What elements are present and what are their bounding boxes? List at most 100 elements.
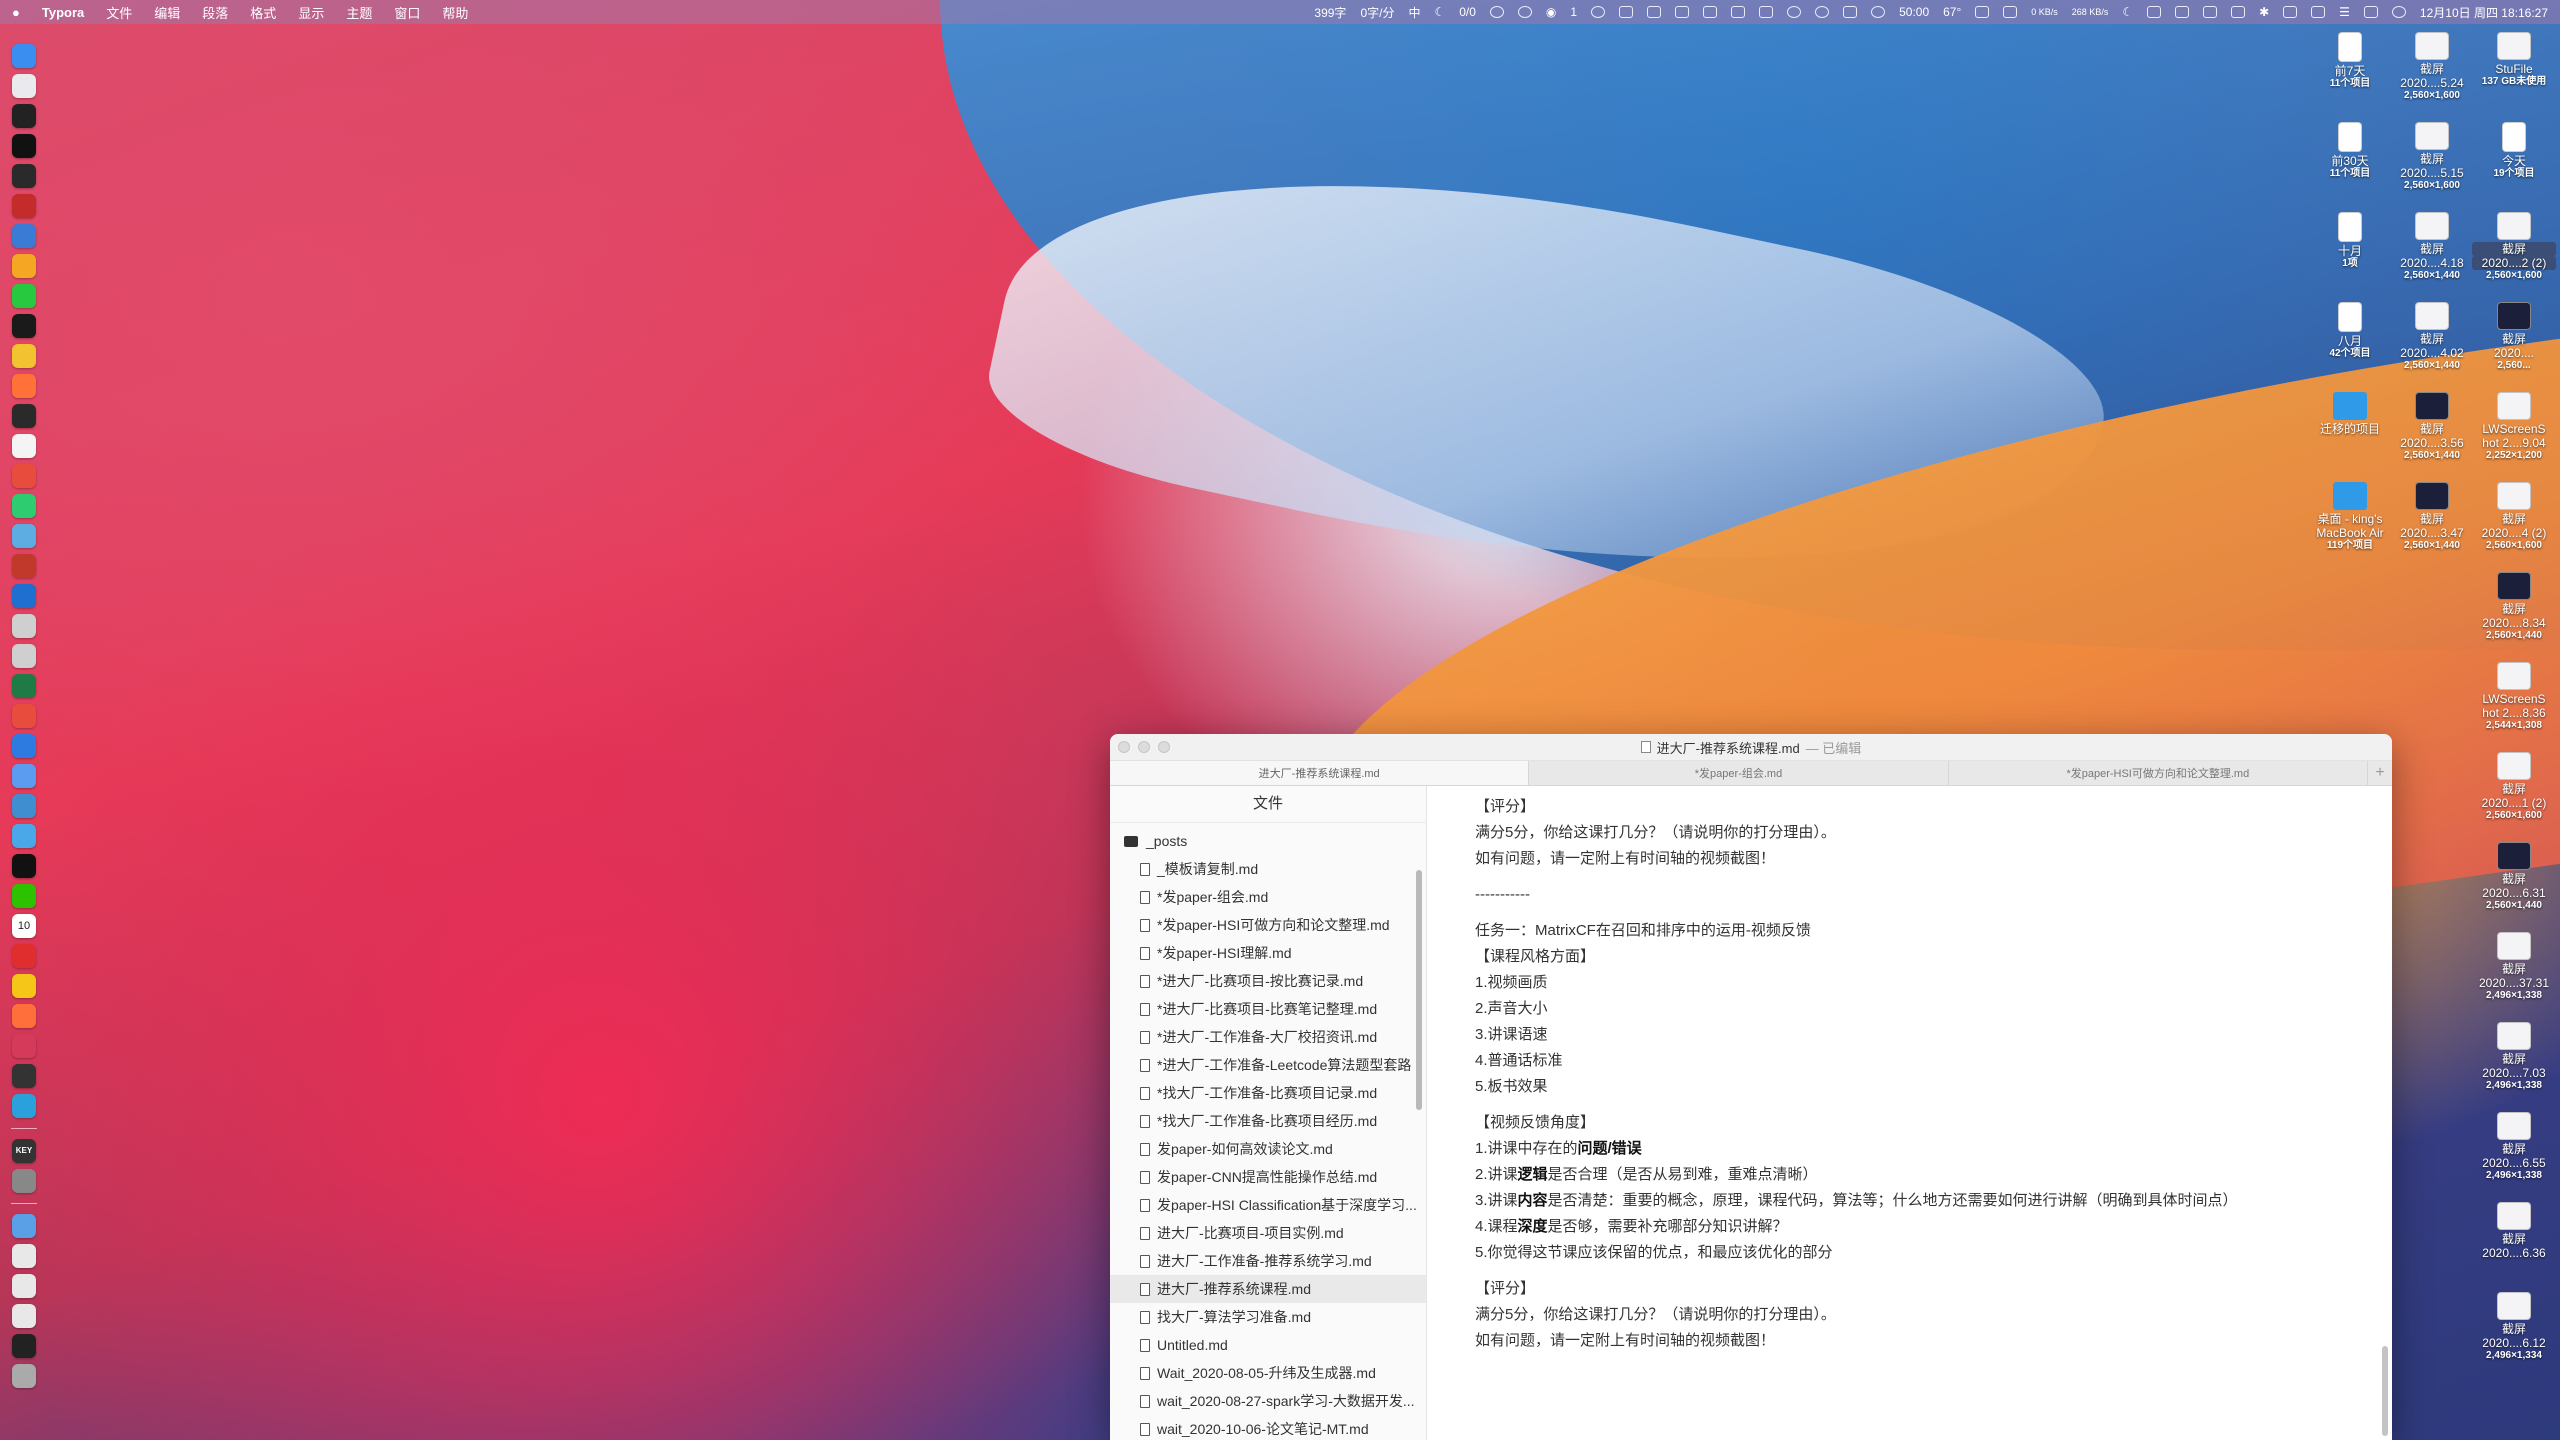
battery-icon[interactable]: [2311, 6, 2326, 18]
desktop-item[interactable]: 桌面 - king's MacBook Air 119个项目: [2308, 482, 2392, 552]
apple-menu-icon[interactable]: ●: [12, 5, 20, 20]
zoom-button[interactable]: [1158, 741, 1170, 753]
dock-sound-icon[interactable]: [12, 1064, 36, 1088]
dock-pasty-icon[interactable]: [12, 704, 36, 728]
desktop-item[interactable]: 截屏 2020....7.03 2,496×1,338: [2472, 1022, 2556, 1092]
compass-icon[interactable]: [1815, 6, 1830, 18]
tab-recsys-course[interactable]: 进大厂-推荐系统课程.md: [1110, 761, 1530, 785]
file-tree-item[interactable]: *进大厂-比赛项目-按比赛记录.md: [1110, 967, 1426, 995]
dock-firefox-icon[interactable]: [12, 374, 36, 398]
folder-posts[interactable]: _posts: [1110, 827, 1426, 855]
dock-chrome-icon[interactable]: [12, 344, 36, 368]
dock-finder-icon[interactable]: [12, 44, 36, 68]
dock-filezilla-icon[interactable]: [12, 194, 36, 218]
desktop-item[interactable]: 前7天 11个项目: [2308, 32, 2392, 90]
desktop-item[interactable]: 截屏 2020....1 (2) 2,560×1,600: [2472, 752, 2556, 822]
airdrop-icon[interactable]: [2231, 6, 2246, 18]
dock-launchpad-icon[interactable]: [12, 74, 36, 98]
editor-scrollbar[interactable]: [2382, 1346, 2388, 1436]
desktop-item[interactable]: 截屏 2020....6.36: [2472, 1202, 2556, 1260]
dock-trash-icon[interactable]: [12, 1364, 36, 1388]
dock-terminal-icon[interactable]: [12, 104, 36, 128]
file-tree-item[interactable]: Wait_2020-08-05-升纬及生成器.md: [1110, 1359, 1426, 1387]
night-mode-icon[interactable]: ☾: [2122, 5, 2133, 19]
dock-activity-monitor-icon[interactable]: [12, 164, 36, 188]
cpu-icon[interactable]: [2003, 6, 2018, 18]
word-count-status[interactable]: 399字: [1314, 4, 1346, 21]
desktop-item[interactable]: 截屏 2020....4.02 2,560×1,440: [2390, 302, 2474, 372]
desktop-item[interactable]: 十月 1项: [2308, 212, 2392, 270]
menu-theme[interactable]: 主题: [346, 3, 372, 22]
blocker-icon[interactable]: [1871, 6, 1886, 18]
wifi-tools-icon[interactable]: [1703, 6, 1718, 18]
dock-photos-icon[interactable]: [12, 974, 36, 998]
pomodoro-timer[interactable]: 50:00: [1899, 5, 1929, 19]
desktop-item[interactable]: 八月 42个项目: [2308, 302, 2392, 360]
sidebar-title[interactable]: 文件: [1110, 786, 1426, 823]
dock-netease-music-icon[interactable]: [12, 944, 36, 968]
desktop-item[interactable]: 截屏 2020....37.31 2,496×1,338: [2472, 932, 2556, 1002]
window-titlebar[interactable]: 进大厂-推荐系统课程.md — 已编辑: [1110, 734, 2392, 761]
file-tree-item[interactable]: *发paper-HSI理解.md: [1110, 939, 1426, 967]
desktop-item[interactable]: 截屏 2020....6.55 2,496×1,338: [2472, 1112, 2556, 1182]
desktop-item[interactable]: 今天 19个项目: [2472, 122, 2556, 180]
network-up[interactable]: 0 KB/s: [2031, 7, 2058, 17]
file-tree-item[interactable]: _模板请复制.md: [1110, 855, 1426, 883]
file-tree-item[interactable]: 发paper-如何高效读论文.md: [1110, 1135, 1426, 1163]
file-tree-item[interactable]: *进大厂-工作准备-大厂校招资讯.md: [1110, 1023, 1426, 1051]
control-center-icon[interactable]: [2363, 6, 2378, 18]
desktop-item[interactable]: 迁移的项目: [2308, 392, 2392, 436]
record-icon[interactable]: [1787, 6, 1802, 18]
dock-help-1-icon[interactable]: [12, 614, 36, 638]
close-button[interactable]: [1118, 741, 1130, 753]
desktop-item[interactable]: 截屏 2020....4.18 2,560×1,440: [2390, 212, 2474, 282]
dock-keynote-icon[interactable]: KEY: [12, 1139, 36, 1163]
desktop-item[interactable]: 截屏 2020....4 (2) 2,560×1,600: [2472, 482, 2556, 552]
desktop-item[interactable]: 截屏 2020....2 (2) 2,560×1,600: [2472, 212, 2556, 282]
dock-preview-icon[interactable]: [12, 764, 36, 788]
input-source-icon[interactable]: [2283, 6, 2298, 18]
desktop-item[interactable]: 截屏 2020....3.47 2,560×1,440: [2390, 482, 2474, 552]
dock-calendar-icon[interactable]: 10: [12, 914, 36, 938]
file-tree-item[interactable]: wait_2020-10-06-论文笔记-MT.md: [1110, 1415, 1426, 1440]
desktop-item[interactable]: StuFile 137 GB未使用: [2472, 32, 2556, 88]
file-tree-item[interactable]: 进大厂-推荐系统课程.md: [1110, 1275, 1426, 1303]
layout-icon[interactable]: [1759, 6, 1774, 18]
counter-status[interactable]: 0/0: [1459, 5, 1476, 19]
dock-help-2-icon[interactable]: [12, 644, 36, 668]
desktop-item[interactable]: LWScreenS hot 2....8.36 2,544×1,308: [2472, 662, 2556, 732]
sync-icon[interactable]: [1517, 6, 1532, 18]
cloud-icon[interactable]: [1591, 6, 1606, 18]
sidebar-scrollbar[interactable]: [1416, 870, 1422, 1110]
dock-mail-2-icon[interactable]: [12, 1244, 36, 1268]
file-tree-item[interactable]: *进大厂-工作准备-Leetcode算法题型套路: [1110, 1051, 1426, 1079]
dock-maps-icon[interactable]: [12, 224, 36, 248]
tab-paper-meeting[interactable]: *发paper-组会.md: [1529, 761, 1949, 785]
dock-preview-3-icon[interactable]: [12, 1304, 36, 1328]
dock-xmind-icon[interactable]: [12, 464, 36, 488]
dock-mail-icon[interactable]: [12, 794, 36, 818]
dock-red-app-icon[interactable]: [12, 554, 36, 578]
file-tree-item[interactable]: *发paper-HSI可做方向和论文整理.md: [1110, 911, 1426, 939]
temperature-status[interactable]: 67°: [1943, 5, 1961, 19]
wechat-icon[interactable]: ◉: [1546, 5, 1556, 19]
grid-icon[interactable]: [1731, 6, 1746, 18]
tab-paper-hsi[interactable]: *发paper-HSI可做方向和论文整理.md: [1949, 761, 2368, 785]
app-menu[interactable]: Typora: [42, 5, 84, 20]
dock-pycharm-icon[interactable]: [12, 284, 36, 308]
file-tree-item[interactable]: 进大厂-工作准备-推荐系统学习.md: [1110, 1247, 1426, 1275]
input-method-status[interactable]: 中: [1408, 4, 1420, 21]
file-tree-item[interactable]: *发paper-组会.md: [1110, 883, 1426, 911]
desktop-item[interactable]: 截屏 2020.... 2,560...: [2472, 302, 2556, 372]
battery-tool-icon[interactable]: [1843, 6, 1858, 18]
window-icon[interactable]: [1619, 6, 1634, 18]
minimize-button[interactable]: [1138, 741, 1150, 753]
search-icon[interactable]: [1489, 6, 1504, 18]
file-tree-item[interactable]: 发paper-CNN提高性能操作总结.md: [1110, 1163, 1426, 1191]
add-tab-button[interactable]: +: [2368, 761, 2392, 785]
dock-telegram-icon[interactable]: [12, 1094, 36, 1118]
desktop-item[interactable]: 截屏 2020....5.24 2,560×1,600: [2390, 32, 2474, 102]
clock[interactable]: 12月10日 周四 18:16:27: [2420, 4, 2548, 21]
desktop-item[interactable]: 截屏 2020....8.34 2,560×1,440: [2472, 572, 2556, 642]
file-tree-item[interactable]: 发paper-HSI Classification基于深度学习...: [1110, 1191, 1426, 1219]
